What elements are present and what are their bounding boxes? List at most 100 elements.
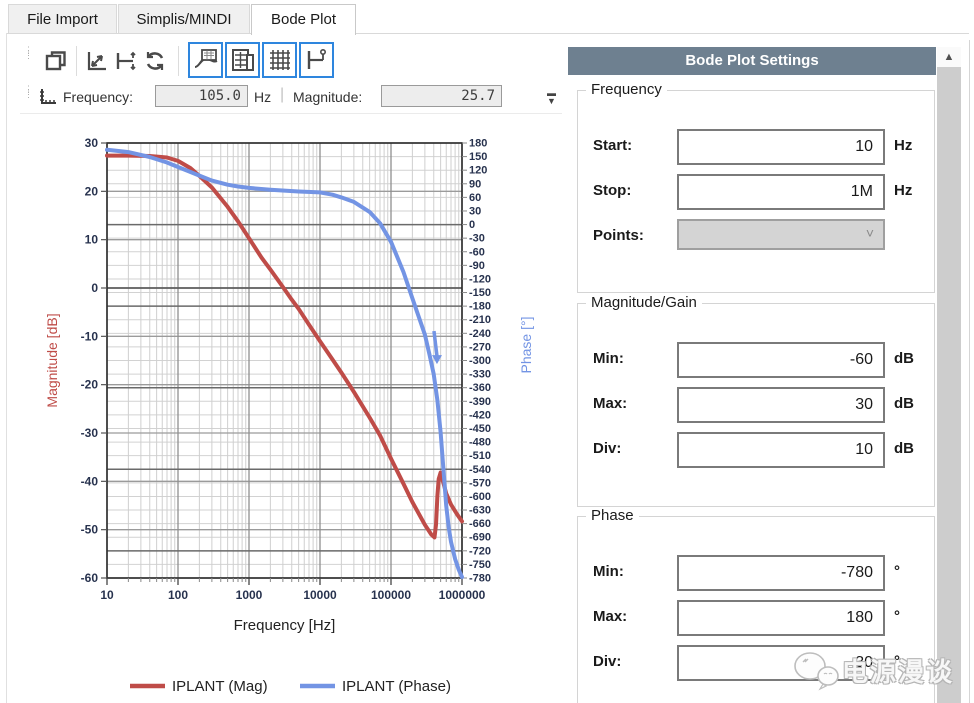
axis-settings-icon[interactable] — [38, 87, 58, 112]
svg-text:10: 10 — [85, 233, 99, 247]
svg-text:20: 20 — [85, 184, 99, 198]
svg-text:-240: -240 — [469, 328, 491, 340]
svg-text:-480: -480 — [469, 437, 491, 449]
svg-text:-60: -60 — [469, 246, 485, 258]
bode-plot-chart[interactable]: 3020100-10-20-30-40-50-60180150120906030… — [0, 115, 562, 703]
bode-plot-window: File Import Simplis/MINDI Bode Plot ⋮⋮ — [0, 0, 974, 703]
svg-text:-180: -180 — [469, 301, 491, 313]
svg-text:0: 0 — [469, 219, 475, 231]
refresh-button[interactable] — [141, 47, 169, 75]
svg-text:-30: -30 — [81, 426, 99, 440]
cursor-tooltip-toggle[interactable] — [188, 42, 223, 78]
toolbar-separator — [76, 46, 77, 76]
magnitude-gain-min-field[interactable] — [677, 342, 885, 378]
toolbar-drag-handle[interactable]: ⋮⋮ — [24, 48, 28, 58]
svg-text:-300: -300 — [469, 355, 491, 367]
svg-text:IPLANT (Phase): IPLANT (Phase) — [342, 678, 451, 695]
phase-min-field[interactable] — [677, 555, 885, 591]
fit-horizontal-button[interactable] — [112, 47, 140, 75]
svg-text:30: 30 — [469, 205, 481, 217]
start-label: Start: — [593, 137, 632, 154]
group-legend: Frequency — [586, 81, 667, 98]
tab-bode-plot[interactable]: Bode Plot — [251, 4, 356, 35]
svg-text:10000: 10000 — [303, 588, 337, 602]
toolbar-bottom-divider — [20, 113, 562, 114]
report-table-icon — [230, 47, 256, 73]
points-label: Points: — [593, 227, 644, 244]
svg-text:-450: -450 — [469, 423, 491, 435]
svg-text:60: 60 — [469, 192, 481, 204]
readout-drag-handle[interactable]: ⋮⋮ — [24, 87, 28, 97]
unit-label: dB — [894, 395, 914, 412]
wechat-icon — [790, 648, 842, 692]
panel-scrollbar-thumb[interactable] — [937, 67, 961, 703]
zoom-fit-icon — [85, 49, 109, 73]
svg-text:-660: -660 — [469, 518, 491, 530]
svg-text:120: 120 — [469, 165, 487, 177]
svg-text:-210: -210 — [469, 314, 491, 326]
report-table-toggle[interactable] — [225, 42, 260, 78]
phase-marker-toggle[interactable] — [299, 42, 334, 78]
frequency-stop-field[interactable] — [677, 174, 885, 210]
zoom-fit-button[interactable] — [83, 47, 111, 75]
svg-text:-40: -40 — [81, 474, 99, 488]
settings-group-frequency: FrequencyStart:HzStop:HzPoints:˅ — [577, 90, 935, 293]
refresh-icon — [143, 49, 167, 73]
group-legend: Magnitude/Gain — [586, 294, 702, 311]
frequency-start-field[interactable] — [677, 129, 885, 165]
toolbar-overflow-button[interactable]: ▬▼ — [543, 85, 560, 109]
unit-label: dB — [894, 440, 914, 457]
svg-text:IPLANT (Mag): IPLANT (Mag) — [172, 678, 268, 695]
magnitude-readout-value[interactable] — [381, 85, 502, 107]
svg-text:-20: -20 — [81, 378, 99, 392]
phase-max-field[interactable] — [677, 600, 885, 636]
copy-pages-button[interactable] — [42, 47, 70, 75]
svg-text:-570: -570 — [469, 477, 491, 489]
min-label: Min: — [593, 350, 624, 367]
svg-text:-50: -50 — [81, 523, 99, 537]
scrollbar-up-button[interactable]: ▲ — [937, 47, 961, 67]
div-label: Div: — [593, 653, 621, 670]
settings-panel-header: Bode Plot Settings — [568, 47, 936, 75]
svg-text:10: 10 — [100, 588, 114, 602]
fit-horizontal-icon — [114, 49, 138, 73]
unit-label: Hz — [894, 182, 912, 199]
svg-text:-270: -270 — [469, 341, 491, 353]
svg-text:-600: -600 — [469, 491, 491, 503]
unit-label: ° — [894, 608, 900, 625]
svg-text:-30: -30 — [469, 233, 485, 245]
svg-text:-510: -510 — [469, 450, 491, 462]
svg-text:-60: -60 — [81, 571, 99, 585]
svg-text:Phase [°]: Phase [°] — [518, 317, 534, 374]
tab-simplis-mindi[interactable]: Simplis/MINDI — [118, 4, 250, 33]
frequency-unit-label: Hz — [254, 89, 271, 105]
stop-label: Stop: — [593, 182, 631, 199]
svg-text:-390: -390 — [469, 396, 491, 408]
points-dropdown[interactable]: ˅ — [677, 219, 885, 250]
svg-text:-90: -90 — [469, 260, 485, 272]
settings-group-magnitude-gain: Magnitude/GainMin:dBMax:dBDiv:dB — [577, 303, 935, 507]
svg-text:-330: -330 — [469, 369, 491, 381]
grid-icon — [267, 47, 293, 73]
unit-label: Hz — [894, 137, 912, 154]
svg-text:-420: -420 — [469, 409, 491, 421]
svg-text:150: 150 — [469, 151, 487, 163]
svg-text:-540: -540 — [469, 464, 491, 476]
svg-text:-720: -720 — [469, 545, 491, 557]
svg-text:-150: -150 — [469, 287, 491, 299]
tab-file-import[interactable]: File Import — [8, 4, 117, 33]
svg-text:Frequency [Hz]: Frequency [Hz] — [234, 617, 336, 634]
svg-text:1000000: 1000000 — [439, 588, 486, 602]
toolbar-separator — [178, 46, 179, 76]
svg-text:-690: -690 — [469, 532, 491, 544]
grid-toggle[interactable] — [262, 42, 297, 78]
chevron-down-icon: ˅ — [866, 225, 874, 241]
tab-content-divider — [6, 33, 969, 34]
readout-separator: | — [280, 86, 284, 104]
svg-text:1000: 1000 — [236, 588, 263, 602]
magnitude-gain-max-field[interactable] — [677, 387, 885, 423]
frequency-readout-value[interactable] — [155, 85, 248, 107]
magnitude-gain-div-field[interactable] — [677, 432, 885, 468]
max-label: Max: — [593, 395, 627, 412]
svg-text:-750: -750 — [469, 559, 491, 571]
